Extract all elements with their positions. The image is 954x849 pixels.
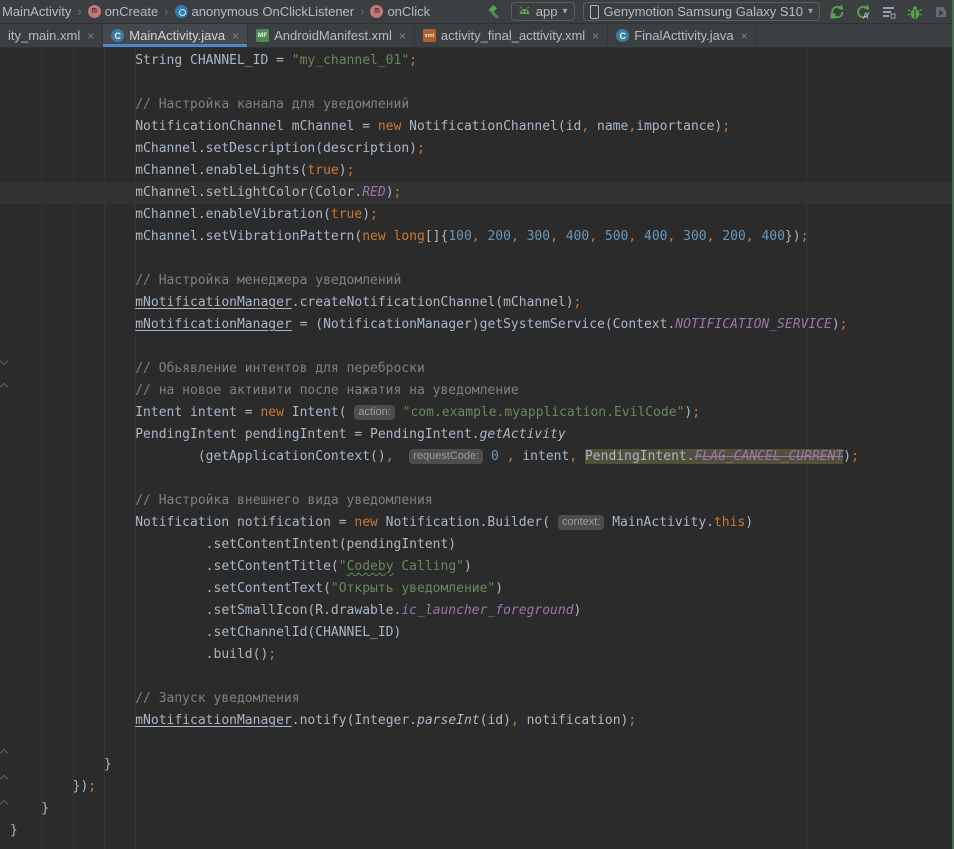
breadcrumb-item[interactable]: MainActivity [0, 4, 73, 19]
code-line [10, 732, 954, 754]
code-line: // Настройка внешнего вида уведомления [10, 490, 954, 512]
chevron-down-icon: ▾ [563, 6, 568, 17]
breadcrumb-separator-icon: › [164, 4, 168, 19]
xml-file-file-icon: xml [423, 29, 436, 42]
breadcrumb-item[interactable]: m onClick [368, 4, 432, 19]
anonymous-class-icon [175, 5, 188, 18]
navigation-toolbar: MainActivity › m onCreate › anonymous OnClick… [0, 0, 954, 24]
tab-label: MainActivity.java [129, 28, 225, 43]
tab-label: ity_main.xml [8, 28, 80, 43]
code-line: NotificationChannel mChannel = new Notif… [10, 116, 954, 138]
code-line [10, 468, 954, 490]
tab-AndroidManifest.xml[interactable]: MF AndroidManifest.xml × [248, 24, 415, 47]
breadcrumb-label: MainActivity [2, 4, 71, 19]
code-line: .setContentTitle("Codeby Calling") [10, 556, 954, 578]
android-studio-window: MainActivity › m onCreate › anonymous OnClick… [0, 0, 954, 849]
breadcrumb-label: onClick [387, 4, 430, 19]
close-icon[interactable]: × [741, 29, 748, 43]
fold-marker-icon[interactable] [0, 383, 8, 391]
svg-text:A: A [863, 11, 869, 20]
code-line [10, 336, 954, 358]
build-hammer-icon[interactable] [485, 3, 503, 21]
code-editor[interactable]: String CHANNEL_ID = "my_channel_01"; // … [0, 48, 954, 849]
code-line: } [10, 754, 954, 776]
run-configuration-select[interactable]: app ▾ [511, 2, 575, 21]
android-icon [518, 5, 531, 18]
code-line: (getApplicationContext(), requestCode: 0… [10, 446, 954, 468]
close-icon[interactable]: × [592, 29, 599, 43]
code-line: // на новое активити после нажатия на ув… [10, 380, 954, 402]
close-icon[interactable]: × [87, 29, 94, 43]
editor-gutter [0, 48, 10, 849]
code-line [10, 666, 954, 688]
tab-label: activity_final_acttivity.xml [441, 28, 585, 43]
code-line: mNotificationManager.createNotificationC… [10, 292, 954, 314]
toolbar-actions: app ▾ Genymotion Samsung Galaxy S10 ▾ [485, 0, 950, 23]
device-label: Genymotion Samsung Galaxy S10 [604, 4, 803, 19]
code-line: .setSmallIcon(R.drawable.ic_launcher_for… [10, 600, 954, 622]
close-icon[interactable]: × [399, 29, 406, 43]
tab-activity_final_acttivity.xml[interactable]: xml activity_final_acttivity.xml × [415, 24, 608, 47]
code-line: } [10, 798, 954, 820]
code-line: }); [10, 776, 954, 798]
run-configuration-label: app [536, 4, 558, 19]
code-line [10, 248, 954, 270]
fold-marker-icon[interactable] [0, 800, 8, 808]
code-line: } [10, 820, 954, 842]
fold-marker-icon[interactable] [0, 357, 8, 365]
code-line: // Запуск уведомления [10, 688, 954, 710]
code-line: Intent intent = new Intent( action: "com… [10, 402, 954, 424]
code-line: String CHANNEL_ID = "my_channel_01"; [10, 50, 954, 72]
breadcrumb-separator-icon: › [360, 4, 364, 19]
class-file-icon: C [111, 29, 124, 42]
editor-tab-bar: ity_main.xml × C MainActivity.java × MF Androi… [0, 24, 954, 48]
code-line: .setChannelId(CHANNEL_ID) [10, 622, 954, 644]
code-line [10, 72, 954, 94]
fold-marker-icon[interactable] [0, 749, 8, 757]
code-line: mChannel.setDescription(description); [10, 138, 954, 160]
code-line: PendingIntent pendingIntent = PendingInt… [10, 424, 954, 446]
tab-FinalActtivity.java[interactable]: C FinalActtivity.java × [608, 24, 756, 47]
debug-icon[interactable] [906, 3, 924, 21]
tab-label: AndroidManifest.xml [274, 28, 392, 43]
code-area: String CHANNEL_ID = "my_channel_01"; // … [10, 50, 954, 842]
code-line: .setContentText("Открыть уведомление") [10, 578, 954, 600]
code-line: .setContentIntent(pendingIntent) [10, 534, 954, 556]
code-line: .build(); [10, 644, 954, 666]
method-icon: m [370, 5, 383, 18]
breadcrumb-item[interactable]: anonymous OnClickListener [173, 4, 357, 19]
profiler-icon[interactable] [880, 3, 898, 21]
code-line-caret: mChannel.setLightColor(Color.RED); [10, 182, 954, 204]
device-select[interactable]: Genymotion Samsung Galaxy S10 ▾ [583, 2, 820, 21]
attach-profiler-icon[interactable] [932, 3, 950, 21]
apply-changes-restart-icon[interactable] [828, 3, 846, 21]
tab-ity_main.xml[interactable]: ity_main.xml × [0, 24, 103, 47]
code-line: mChannel.setVibrationPattern(new long[]{… [10, 226, 954, 248]
apply-code-changes-icon[interactable]: A [854, 3, 872, 21]
code-line: // Настройка канала для уведомлений [10, 94, 954, 116]
code-line: mChannel.enableLights(true); [10, 160, 954, 182]
class-file-icon: C [616, 29, 629, 42]
code-line: mNotificationManager.notify(Integer.pars… [10, 710, 954, 732]
code-line: Notification notification = new Notifica… [10, 512, 954, 534]
tab-label: FinalActtivity.java [634, 28, 733, 43]
phone-icon [590, 5, 599, 19]
code-line: mNotificationManager = (NotificationMana… [10, 314, 954, 336]
code-line: // Обьявление интентов для переброски [10, 358, 954, 380]
breadcrumb-label: anonymous OnClickListener [192, 4, 355, 19]
manifest-file-icon: MF [256, 29, 269, 42]
tab-MainActivity.java[interactable]: C MainActivity.java × [103, 24, 248, 47]
breadcrumb: MainActivity › m onCreate › anonymous OnClick… [0, 0, 432, 23]
breadcrumb-separator-icon: › [77, 4, 81, 19]
method-icon: m [88, 5, 101, 18]
fold-marker-icon[interactable] [0, 775, 8, 783]
code-line: // Настройка менеджера уведомлений [10, 270, 954, 292]
code-line: mChannel.enableVibration(true); [10, 204, 954, 226]
chevron-down-icon: ▾ [808, 6, 813, 17]
breadcrumb-label: onCreate [105, 4, 158, 19]
breadcrumb-item[interactable]: m onCreate [86, 4, 160, 19]
close-icon[interactable]: × [232, 29, 239, 43]
